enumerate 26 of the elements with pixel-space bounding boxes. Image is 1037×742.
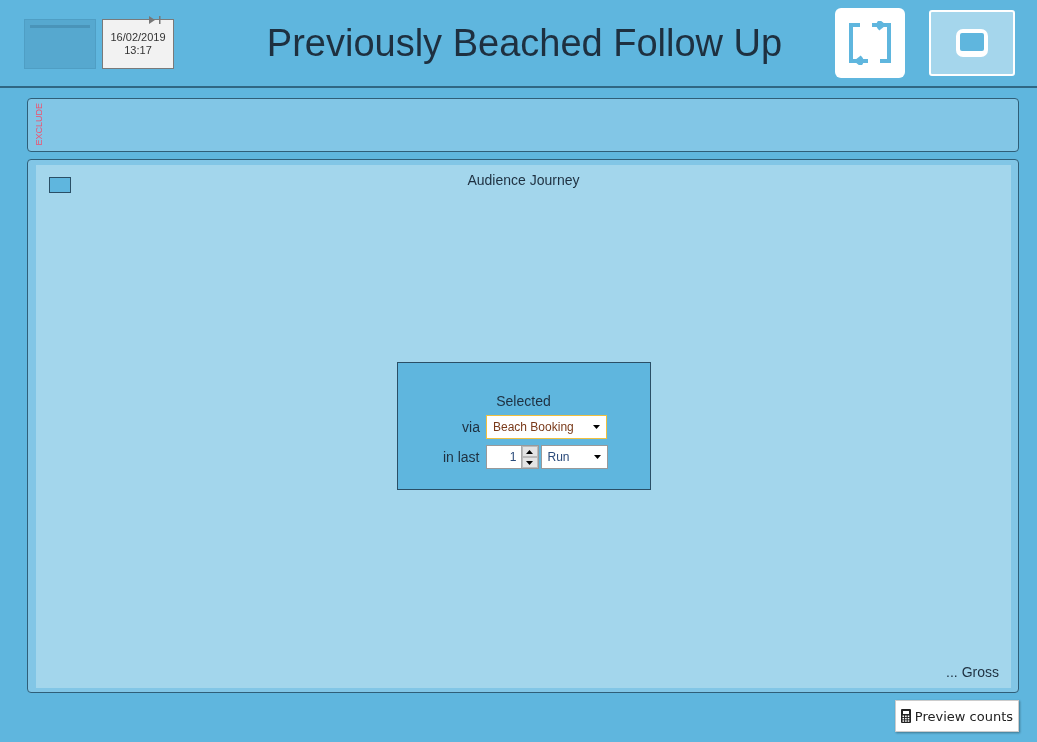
up-arrow-icon — [526, 449, 533, 454]
down-arrow-icon — [526, 460, 533, 465]
play-icon — [149, 16, 163, 24]
loop-arrows-icon — [848, 21, 892, 65]
page-title: Previously Beached Follow Up — [265, 21, 784, 65]
count-spinner[interactable]: 1 — [485, 445, 539, 469]
in-last-label: in last — [441, 449, 480, 465]
folder-panel[interactable] — [24, 19, 96, 69]
screen-icon — [954, 27, 990, 59]
node-heading: Selected — [496, 393, 551, 409]
screen-button[interactable] — [929, 10, 1015, 76]
caret-icon — [593, 425, 600, 429]
via-label: via — [461, 419, 480, 435]
refresh-button[interactable] — [835, 8, 905, 78]
date-text: 16/02/2019 — [110, 31, 166, 44]
via-select[interactable]: Beach Booking — [486, 415, 607, 439]
time-text: 13:17 — [124, 44, 152, 57]
calculator-icon — [900, 709, 911, 723]
journey-title: Audience Journey — [467, 172, 580, 188]
caret-icon — [593, 455, 601, 459]
unit-select[interactable]: Run — [540, 445, 608, 469]
exclude-label: EXCLUDE — [34, 103, 44, 146]
gross-label: ... Gross — [946, 664, 999, 680]
date-card[interactable]: 16/02/2019 13:17 — [102, 19, 174, 69]
toggle-box[interactable] — [49, 177, 71, 193]
preview-counts-button[interactable]: Preview counts — [894, 700, 1019, 732]
